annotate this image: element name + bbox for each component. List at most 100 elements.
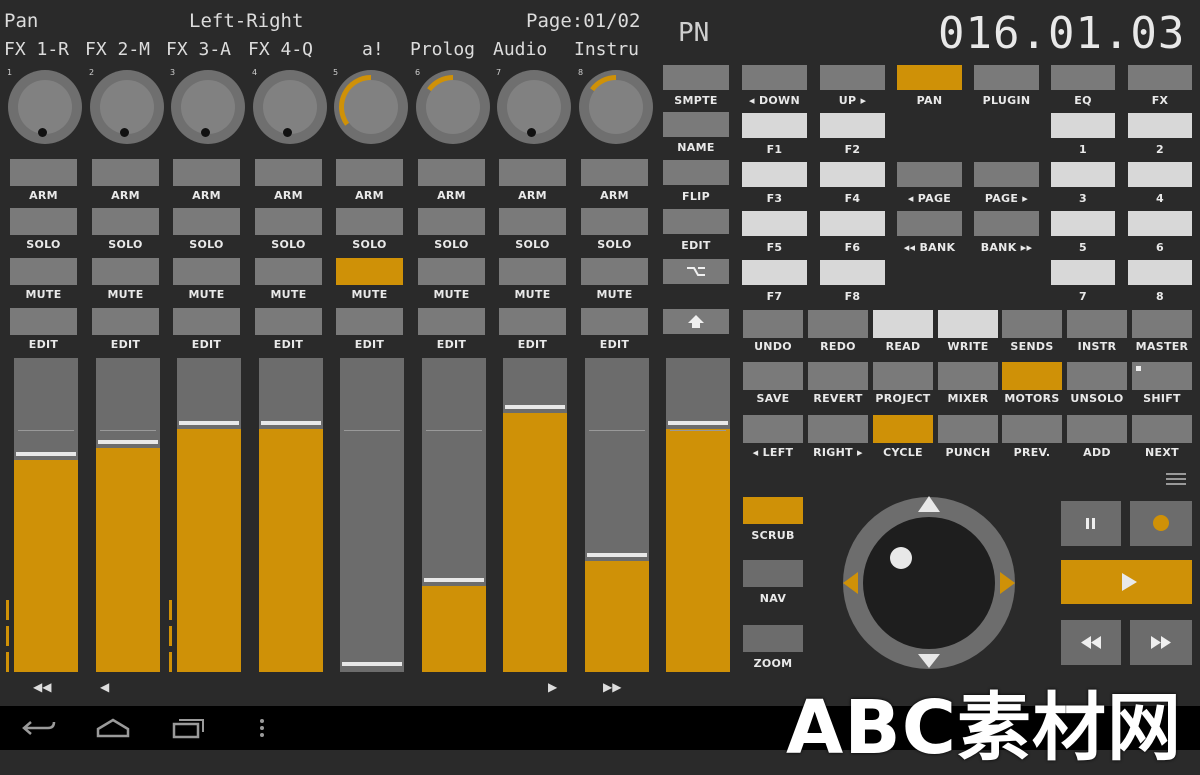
channel-8-fader-cap[interactable] xyxy=(587,552,647,557)
bank-left-button[interactable]: ◀ xyxy=(100,680,109,694)
channel-6-solo-button[interactable] xyxy=(418,208,485,235)
pan-button[interactable] xyxy=(897,65,962,90)
rewind-button[interactable] xyxy=(1061,620,1121,665)
flip-button[interactable] xyxy=(663,160,729,185)
up-button[interactable] xyxy=(820,65,885,90)
num1-button[interactable] xyxy=(1051,113,1115,138)
channel-3-fader-cap[interactable] xyxy=(179,420,239,425)
edit-button[interactable] xyxy=(663,209,729,234)
revert-button[interactable] xyxy=(808,362,868,390)
channel-8-arm-button[interactable] xyxy=(581,159,648,186)
channel-6-arm-button[interactable] xyxy=(418,159,485,186)
bank-right-button[interactable]: ▶ xyxy=(548,680,557,694)
num5-button[interactable] xyxy=(1051,211,1115,236)
channel-7-fader-cap[interactable] xyxy=(505,405,565,410)
prev-button[interactable] xyxy=(1002,415,1062,443)
channel-4-solo-button[interactable] xyxy=(255,208,322,235)
motors-button[interactable] xyxy=(1002,362,1062,390)
page-left-button[interactable] xyxy=(897,162,962,187)
fx-button[interactable] xyxy=(1128,65,1192,90)
f6-button[interactable] xyxy=(820,211,885,236)
sends-button[interactable] xyxy=(1002,310,1062,338)
project-button[interactable] xyxy=(873,362,933,390)
channel-3-edit-button[interactable] xyxy=(173,308,240,335)
num2-button[interactable] xyxy=(1128,113,1192,138)
bank-left-button-grid[interactable] xyxy=(897,211,962,236)
num4-button[interactable] xyxy=(1128,162,1192,187)
down-button[interactable] xyxy=(742,65,807,90)
f8-button[interactable] xyxy=(820,260,885,285)
master-button[interactable] xyxy=(1132,310,1192,338)
bank-far-left-button[interactable]: ◀◀ xyxy=(33,680,51,694)
page-right-button[interactable] xyxy=(974,162,1039,187)
channel-2-edit-button[interactable] xyxy=(92,308,159,335)
shift-button[interactable] xyxy=(1132,362,1192,390)
unsolo-button[interactable] xyxy=(1067,362,1127,390)
channel-5-mute-button[interactable] xyxy=(336,258,403,285)
f4-button[interactable] xyxy=(820,162,885,187)
write-button[interactable] xyxy=(938,310,998,338)
shift-button[interactable] xyxy=(663,309,729,334)
num7-button[interactable] xyxy=(1051,260,1115,285)
right-button[interactable] xyxy=(808,415,868,443)
back-icon[interactable] xyxy=(22,718,56,738)
channel-4-pan-knob[interactable] xyxy=(253,70,327,144)
overflow-icon[interactable] xyxy=(258,718,266,738)
channel-6-edit-button[interactable] xyxy=(418,308,485,335)
channel-5-fader-cap[interactable] xyxy=(342,662,402,666)
channel-3-solo-button[interactable] xyxy=(173,208,240,235)
left-button[interactable] xyxy=(743,415,803,443)
nav-button[interactable] xyxy=(743,560,803,587)
smpte-button[interactable] xyxy=(663,65,729,90)
channel-2-arm-button[interactable] xyxy=(92,159,159,186)
save-button[interactable] xyxy=(743,362,803,390)
channel-8-solo-button[interactable] xyxy=(581,208,648,235)
redo-button[interactable] xyxy=(808,310,868,338)
fast-forward-button[interactable] xyxy=(1130,620,1192,665)
channel-4-fader-cap[interactable] xyxy=(261,420,321,425)
channel-1-solo-button[interactable] xyxy=(10,208,77,235)
channel-8-pan-knob[interactable] xyxy=(579,70,653,144)
channel-6-fader-cap[interactable] xyxy=(424,577,484,582)
channel-1-arm-button[interactable] xyxy=(10,159,77,186)
channel-1-edit-button[interactable] xyxy=(10,308,77,335)
channel-5-edit-button[interactable] xyxy=(336,308,403,335)
eq-button[interactable] xyxy=(1051,65,1115,90)
channel-5-fader[interactable] xyxy=(340,358,404,672)
f2-button[interactable] xyxy=(820,113,885,138)
channel-4-mute-button[interactable] xyxy=(255,258,322,285)
channel-3-arm-button[interactable] xyxy=(173,159,240,186)
channel-3-pan-knob[interactable] xyxy=(171,70,245,144)
zoom-button[interactable] xyxy=(743,625,803,652)
plugin-button[interactable] xyxy=(974,65,1039,90)
instr-button[interactable] xyxy=(1067,310,1127,338)
channel-1-mute-button[interactable] xyxy=(10,258,77,285)
channel-7-arm-button[interactable] xyxy=(499,159,566,186)
cycle-button[interactable] xyxy=(873,415,933,443)
add-button[interactable] xyxy=(1067,415,1127,443)
channel-5-arm-button[interactable] xyxy=(336,159,403,186)
channel-1-pan-knob[interactable] xyxy=(8,70,82,144)
next-button[interactable] xyxy=(1132,415,1192,443)
channel-2-mute-button[interactable] xyxy=(92,258,159,285)
recents-icon[interactable] xyxy=(172,716,206,740)
f3-button[interactable] xyxy=(742,162,807,187)
channel-2-pan-knob[interactable] xyxy=(90,70,164,144)
channel-2-fader-cap[interactable] xyxy=(98,439,158,444)
f5-button[interactable] xyxy=(742,211,807,236)
channel-7-edit-button[interactable] xyxy=(499,308,566,335)
name-button[interactable] xyxy=(663,112,729,137)
channel-2-solo-button[interactable] xyxy=(92,208,159,235)
num3-button[interactable] xyxy=(1051,162,1115,187)
channel-1-fader-cap[interactable] xyxy=(16,452,76,457)
channel-5-solo-button[interactable] xyxy=(336,208,403,235)
pause-button[interactable] xyxy=(1061,501,1121,546)
channel-5-pan-knob[interactable] xyxy=(334,70,408,144)
home-icon[interactable] xyxy=(96,718,130,738)
undo-button[interactable] xyxy=(743,310,803,338)
f7-button[interactable] xyxy=(742,260,807,285)
master-fader-cap[interactable] xyxy=(668,420,728,425)
channel-4-edit-button[interactable] xyxy=(255,308,322,335)
play-button[interactable] xyxy=(1061,560,1192,604)
record-button[interactable] xyxy=(1130,501,1192,546)
